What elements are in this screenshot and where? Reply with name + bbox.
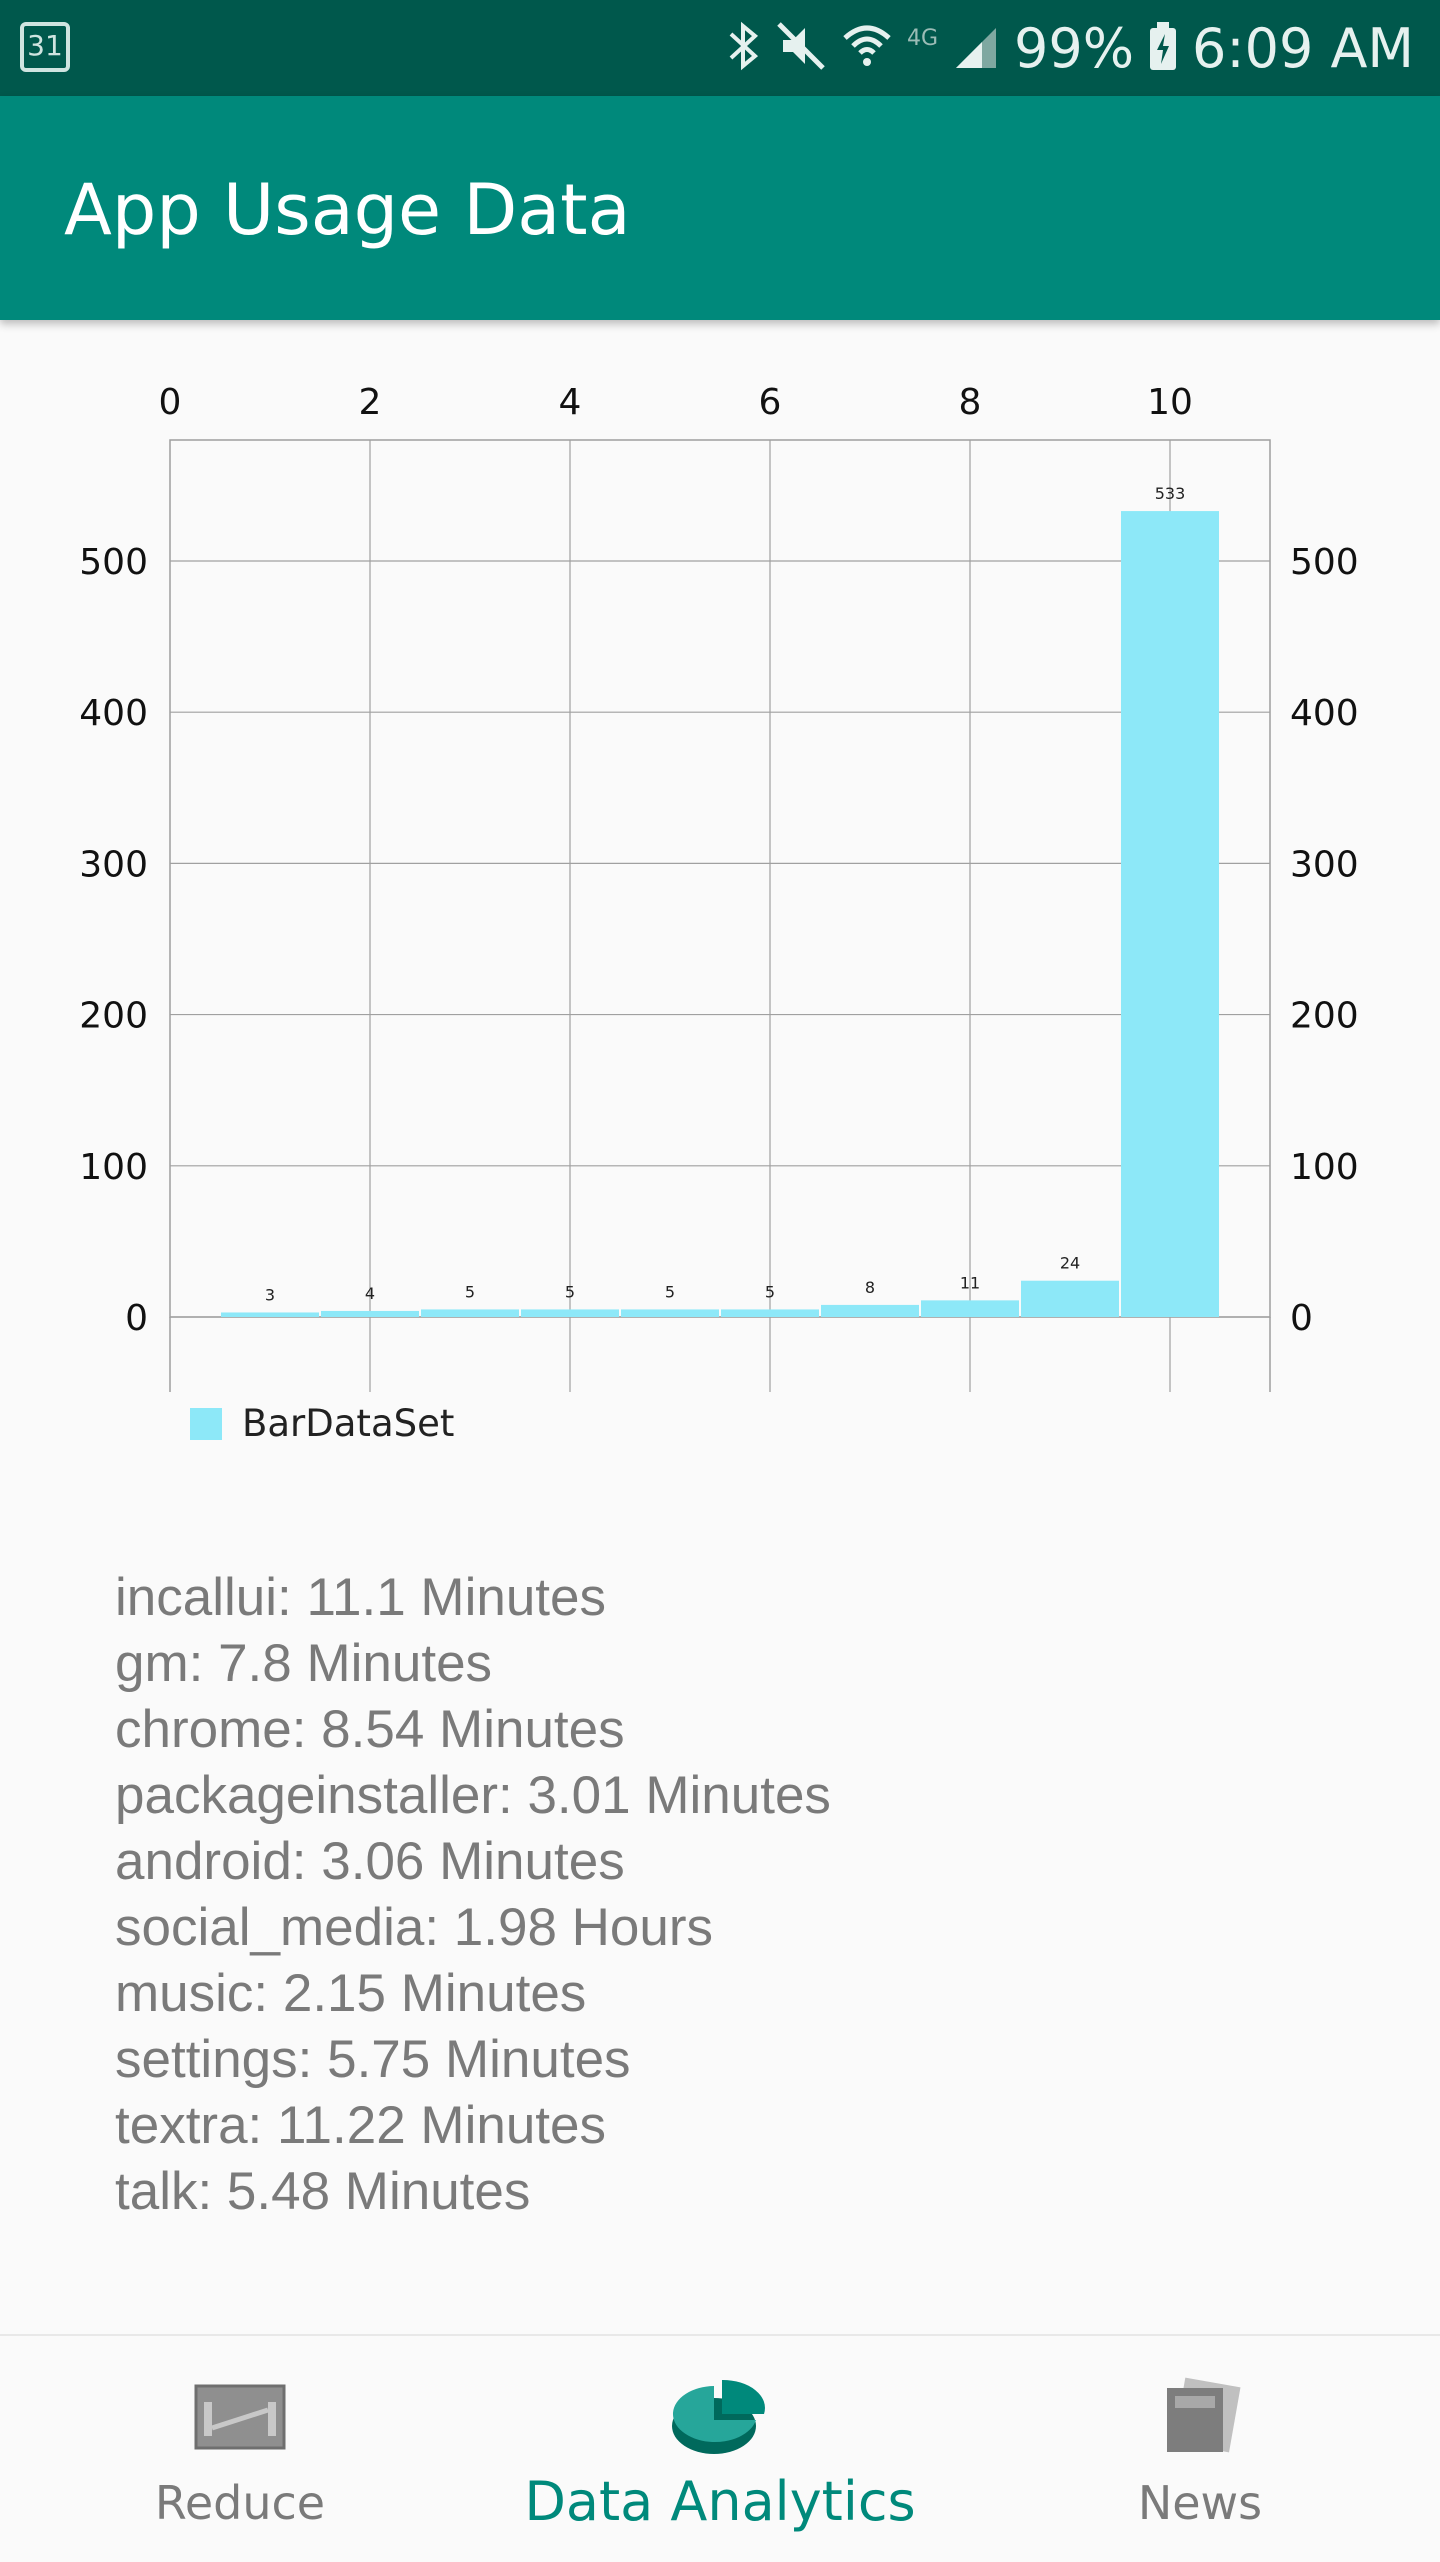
app-bar: App Usage Data: [0, 96, 1440, 320]
data-label: 533: [1155, 484, 1186, 503]
list-item: talk: 5.48 Minutes: [115, 2162, 531, 2221]
bar: [921, 1300, 1019, 1317]
bar: [321, 1310, 419, 1317]
nav-reduce[interactable]: Reduce: [0, 2336, 480, 2562]
y-tick-label-right: 300: [1290, 844, 1359, 885]
bar: [621, 1309, 719, 1317]
battery-percent: 99%: [1014, 16, 1135, 80]
y-tick-label-left: 500: [79, 542, 148, 583]
data-label: 8: [865, 1278, 875, 1297]
list-item: gm: 7.8 Minutes: [115, 1634, 493, 1693]
nav-news[interactable]: News: [960, 2336, 1440, 2562]
bottom-navigation: Reduce Data Analytics News: [0, 2334, 1440, 2562]
nav-reduce-label: Reduce: [154, 2476, 326, 2530]
x-tick-label: 8: [959, 382, 982, 423]
list-item: settings: 5.75 Minutes: [115, 2030, 631, 2089]
list-item: android: 3.06 Minutes: [115, 1832, 625, 1891]
x-tick-label: 10: [1147, 382, 1193, 423]
data-label: 4: [365, 1284, 375, 1303]
network-type: 4G: [906, 25, 938, 51]
calendar-icon: 31: [20, 22, 70, 72]
y-tick-label-right: 0: [1290, 1298, 1313, 1339]
bar: [221, 1312, 319, 1317]
y-tick-label-right: 100: [1290, 1147, 1359, 1188]
data-label: 5: [665, 1282, 675, 1301]
y-tick-label-left: 400: [79, 693, 148, 734]
bar: [421, 1309, 519, 1317]
battery-icon: [1148, 20, 1178, 76]
x-tick-label: 2: [359, 382, 382, 423]
x-tick-label: 0: [159, 382, 182, 423]
bar: [521, 1309, 619, 1317]
y-tick-label-left: 300: [79, 844, 148, 885]
wifi-icon: [841, 20, 893, 76]
y-tick-label-left: 200: [79, 996, 148, 1037]
bar: [821, 1304, 919, 1317]
pie-chart-icon: [668, 2376, 772, 2464]
dumbbell-icon: [190, 2376, 290, 2460]
y-tick-label-right: 500: [1290, 542, 1359, 583]
usage-bar-chart[interactable]: 0 0 100 100 200 200 300 300 400 400 500 500 0 2 4 6 8 10 3…: [0, 340, 1440, 1480]
page-title: App Usage Data: [64, 169, 631, 251]
list-item: social_media: 1.98 Hours: [115, 1898, 714, 1957]
y-tick-label-right: 400: [1290, 693, 1359, 734]
data-label: 11: [960, 1273, 980, 1292]
nav-data-analytics-label: Data Analytics: [524, 2470, 916, 2533]
bar: [1021, 1280, 1119, 1317]
chart-svg: 0 0100 100200 200300 300400 400500 5000 2 4 6 8 103…: [79, 382, 1359, 1392]
legend-label: BarDataSet: [242, 1402, 455, 1445]
list-item: chrome: 8.54 Minutes: [115, 1700, 625, 1759]
signal-icon: [952, 20, 1000, 76]
plot-frame: [169, 439, 1271, 1318]
nav-news-label: News: [1137, 2476, 1263, 2530]
newspaper-icon: [1155, 2376, 1245, 2460]
data-label: 5: [565, 1282, 575, 1301]
usage-list: incallui: 11.1 Minutes gm: 7.8 Minutes c…: [115, 1565, 831, 2225]
bluetooth-icon: [725, 20, 761, 76]
y-tick-label-left: 100: [79, 1147, 148, 1188]
x-tick-label: 4: [559, 382, 582, 423]
data-label: 5: [765, 1282, 775, 1301]
list-item: packageinstaller: 3.01 Minutes: [115, 1766, 831, 1825]
list-item: incallui: 11.1 Minutes: [115, 1568, 607, 1627]
data-label: 5: [465, 1282, 475, 1301]
bar: [1121, 511, 1219, 1317]
list-item: music: 2.15 Minutes: [115, 1964, 587, 2023]
y-tick-label-left: 0: [125, 1298, 148, 1339]
chart-legend: BarDataSet: [190, 1402, 454, 1445]
legend-swatch: [190, 1407, 222, 1440]
status-bar: 31 4G 99% 6:09 AM: [0, 0, 1440, 96]
y-tick-label-right: 200: [1290, 996, 1359, 1037]
list-item: textra: 11.22 Minutes: [115, 2096, 607, 2155]
clock: 6:09 AM: [1192, 16, 1414, 80]
nav-data-analytics[interactable]: Data Analytics: [480, 2336, 960, 2562]
data-label: 24: [1060, 1254, 1080, 1273]
mute-icon: [775, 20, 827, 76]
data-label: 3: [265, 1285, 275, 1304]
status-icons: 4G 99% 6:09 AM: [725, 0, 1414, 96]
x-tick-label: 6: [759, 382, 782, 423]
bar: [721, 1309, 819, 1317]
